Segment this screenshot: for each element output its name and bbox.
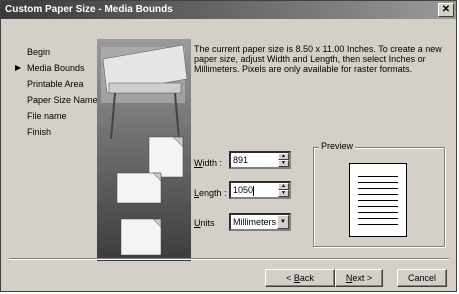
units-select[interactable]: Millimeters ▼ bbox=[229, 213, 291, 231]
plotter-illustration bbox=[97, 39, 191, 261]
preview-line bbox=[358, 182, 398, 183]
length-label: Length : bbox=[194, 188, 227, 198]
wizard-step-label: Paper Size Name bbox=[27, 95, 98, 105]
back-prefix: < bbox=[286, 273, 294, 283]
wizard-step: File name bbox=[13, 108, 98, 124]
preview-label: Preview bbox=[319, 141, 356, 151]
title-bar: Custom Paper Size - Media Bounds ✕ bbox=[1, 1, 456, 19]
width-spinbox[interactable]: 891 ▲ ▼ bbox=[229, 151, 291, 169]
wizard-step-label: Finish bbox=[27, 127, 52, 137]
window-title: Custom Paper Size - Media Bounds bbox=[5, 4, 173, 15]
spin-down-icon[interactable]: ▼ bbox=[278, 160, 289, 167]
wizard-step-label: Begin bbox=[27, 47, 51, 57]
next-rest: ext > bbox=[352, 273, 373, 283]
units-value[interactable]: Millimeters bbox=[233, 217, 276, 228]
units-label-rest: nits bbox=[200, 218, 215, 228]
length-value[interactable]: 1050 bbox=[233, 185, 253, 195]
spin-up-icon[interactable]: ▲ bbox=[278, 183, 289, 190]
close-icon[interactable]: ✕ bbox=[438, 3, 454, 17]
preview-line bbox=[358, 194, 398, 195]
wizard-step: ▶ Media Bounds bbox=[13, 60, 98, 76]
wizard-step: Begin bbox=[13, 44, 98, 60]
back-button[interactable]: < Back bbox=[265, 269, 335, 287]
length-label-rest: ength : bbox=[199, 188, 227, 198]
width-label-rest: idth : bbox=[202, 158, 223, 168]
length-value-wrap[interactable]: 1050 bbox=[233, 185, 255, 196]
instructions-text: The current paper size is 8.50 x 11.00 I… bbox=[194, 44, 442, 74]
preview-line bbox=[358, 218, 398, 219]
wizard-step: Finish bbox=[13, 124, 98, 140]
preview-line bbox=[358, 212, 398, 213]
preview-line bbox=[358, 206, 398, 207]
preview-line bbox=[358, 176, 398, 177]
units-label: Units bbox=[194, 218, 215, 228]
spin-down-icon[interactable]: ▼ bbox=[278, 190, 289, 197]
length-spinbox[interactable]: 1050 ▲ ▼ bbox=[229, 181, 291, 199]
next-button[interactable]: Next > bbox=[335, 269, 383, 287]
spin-up-icon[interactable]: ▲ bbox=[278, 153, 289, 160]
preview-line bbox=[358, 188, 398, 189]
separator bbox=[9, 258, 449, 260]
wizard-step: Printable Area bbox=[13, 76, 98, 92]
wizard-dialog: Custom Paper Size - Media Bounds ✕ Begin… bbox=[0, 0, 457, 292]
cancel-button[interactable]: Cancel bbox=[397, 269, 447, 287]
preview-line bbox=[358, 224, 398, 225]
current-step-arrow-icon: ▶ bbox=[15, 63, 22, 72]
wizard-step-label: Printable Area bbox=[27, 79, 84, 89]
width-value[interactable]: 891 bbox=[233, 155, 248, 166]
chevron-down-icon[interactable]: ▼ bbox=[277, 215, 289, 229]
back-rest: ack bbox=[299, 273, 314, 283]
preview-page bbox=[349, 163, 407, 237]
wizard-steps: Begin ▶ Media Bounds Printable Area Paper Si… bbox=[13, 44, 98, 140]
wizard-step-label: Media Bounds bbox=[27, 63, 85, 73]
wizard-step: Paper Size Name bbox=[13, 92, 98, 108]
text-cursor bbox=[253, 185, 255, 196]
width-label-mnemonic: W bbox=[194, 158, 203, 168]
wizard-step-label: File name bbox=[27, 111, 67, 121]
width-label: Width : bbox=[194, 158, 222, 168]
preview-line bbox=[358, 200, 398, 201]
